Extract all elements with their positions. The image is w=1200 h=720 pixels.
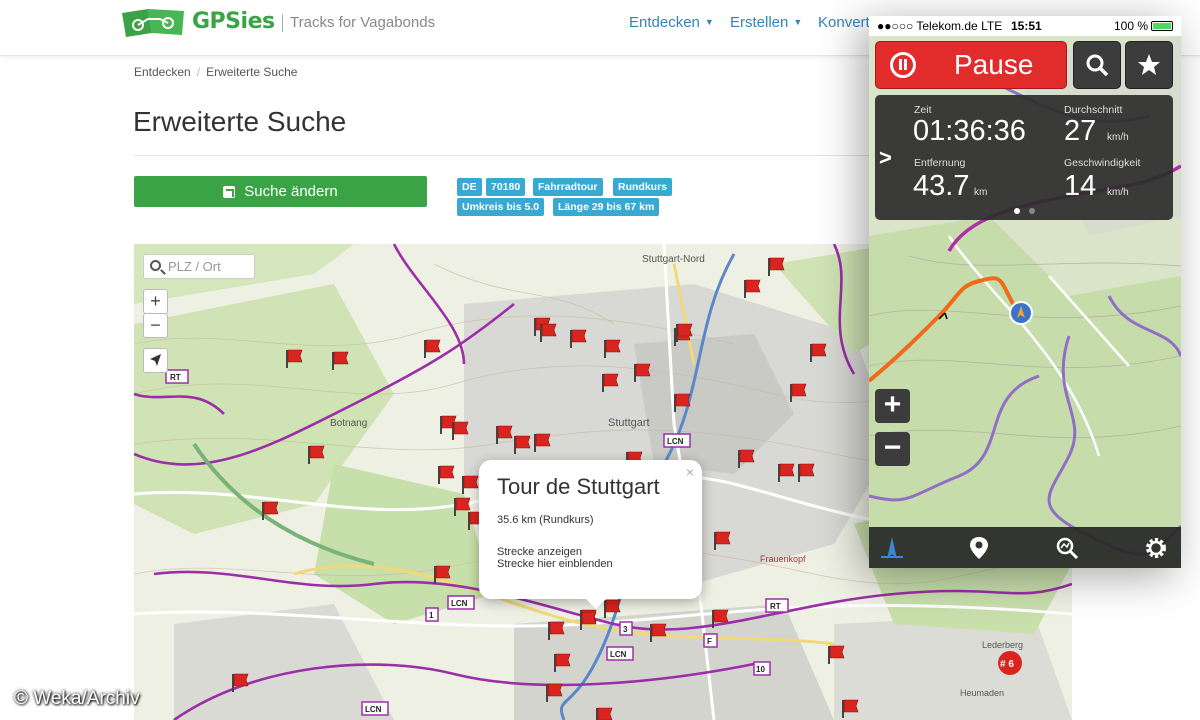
chevron-down-icon: ▼	[704, 17, 714, 27]
route-badge: 1	[429, 611, 434, 620]
map-label: Frauenkopf	[760, 554, 806, 564]
stat-distance-value: 43.7	[913, 170, 970, 202]
nav-erstellen-label: Erstellen	[730, 14, 789, 31]
stat-average-value: 27	[1064, 115, 1097, 147]
edit-search-button[interactable]: Suche ändern	[134, 176, 427, 207]
route-badge: LCN	[667, 437, 684, 446]
map-search-placeholder: PLZ / Ort	[168, 259, 221, 274]
route-badge: LCN	[365, 705, 382, 714]
map-search-input[interactable]: PLZ / Ort	[143, 254, 255, 279]
map-label: Stuttgart	[608, 417, 650, 429]
nav-konvert-label: Konvert	[818, 14, 870, 31]
search-icon	[150, 260, 161, 271]
location-pin-icon[interactable]	[966, 535, 992, 561]
route-badge: LCN	[610, 650, 627, 659]
image-credit-watermark: © Weka/Archiv	[14, 688, 140, 709]
locate-arrow-icon	[150, 354, 161, 366]
brand-name[interactable]: GPSies	[192, 9, 275, 34]
popup-close-button[interactable]: ×	[686, 464, 694, 480]
map-locate-button[interactable]	[143, 348, 168, 373]
popup-overlay-track-link[interactable]: Strecke hier einblenden	[497, 558, 684, 570]
stat-time-value: 01:36:36	[913, 115, 1026, 147]
nav-entdecken-label: Entdecken	[629, 14, 700, 31]
pause-label: Pause	[954, 49, 1034, 80]
route-badge: RT	[770, 602, 781, 611]
route-badge: 10	[756, 665, 765, 674]
stat-speed-label: Geschwindigkeit	[1064, 157, 1141, 169]
map-label: Heumaden	[960, 688, 1004, 698]
route-badge: F	[707, 637, 712, 646]
route-badge: LCN	[451, 599, 468, 608]
search-route-icon[interactable]	[1054, 535, 1080, 561]
stat-distance-unit: km	[974, 187, 988, 198]
track-popup: × Tour de Stuttgart 35.6 km (Rundkurs) S…	[479, 460, 702, 609]
map-zoom-out-button[interactable]: −	[143, 313, 168, 338]
map-label: Botnang	[330, 418, 367, 429]
brand-separator	[282, 14, 283, 32]
stopwatch-icon	[890, 52, 916, 78]
chevron-right-icon[interactable]: >	[879, 145, 892, 171]
breadcrumb-entdecken[interactable]: Entdecken	[134, 65, 191, 79]
breadcrumb: Entdecken / Erweiterte Suche	[134, 65, 297, 79]
status-carrier: ●●○○○ Telekom.de	[877, 19, 978, 33]
favorite-button[interactable]	[1125, 41, 1173, 89]
page-title: Erweiterte Suche	[133, 106, 347, 137]
stat-average-unit: km/h	[1107, 132, 1129, 143]
nav-konvert[interactable]: Konvert	[818, 14, 870, 31]
phone-status-bar: ●●○○○ Telekom.de LTE 15:51 100 %	[869, 16, 1181, 36]
filter-tag: DE	[457, 178, 482, 196]
popup-show-track-link[interactable]: Strecke anzeigen	[497, 546, 684, 558]
filter-tag: Länge 29 bis 67 km	[553, 198, 660, 216]
stat-speed-unit: km/h	[1107, 187, 1129, 198]
popup-title: Tour de Stuttgart	[497, 474, 660, 499]
route-badge: RT	[170, 373, 181, 382]
route-badge: 3	[623, 625, 628, 634]
map-label: Lederberg	[982, 640, 1023, 650]
nav-entdecken[interactable]: Entdecken ▼	[629, 14, 714, 31]
status-time: 15:51	[1011, 19, 1042, 33]
phone-zoom-out-button[interactable]: −	[875, 432, 910, 466]
filter-tag: Fahrradtour	[533, 178, 603, 196]
stat-distance-label: Entfernung	[914, 157, 966, 169]
edit-icon	[223, 185, 236, 198]
page-dot[interactable]	[1029, 208, 1035, 214]
nav-erstellen[interactable]: Erstellen ▼	[730, 14, 802, 31]
brand-tagline: Tracks for Vagabonds	[290, 14, 436, 31]
phone-bottom-toolbar	[869, 527, 1181, 568]
settings-icon[interactable]	[1143, 535, 1169, 561]
phone-zoom-in-button[interactable]: +	[875, 389, 910, 423]
gpsies-logo-icon[interactable]	[118, 5, 188, 39]
search-icon	[1086, 54, 1109, 77]
map-label: Stuttgart-Nord	[642, 254, 705, 265]
map-zoom-in-button[interactable]: +	[143, 289, 168, 314]
search-button[interactable]	[1073, 41, 1121, 89]
cluster-label: # 6	[1000, 659, 1014, 670]
title-divider	[134, 155, 874, 156]
popup-track-length: 35.6 km (Rundkurs)	[497, 514, 594, 526]
filter-tag: Rundkurs	[613, 178, 673, 196]
filter-tag: 70180	[486, 178, 526, 196]
breadcrumb-current: Erweiterte Suche	[206, 65, 298, 79]
breadcrumb-separator: /	[196, 65, 201, 79]
filter-tag: Umkreis bis 5.0	[457, 198, 545, 216]
page-dot-active[interactable]	[1014, 208, 1020, 214]
compass-icon[interactable]	[879, 535, 905, 561]
status-battery-percent: 100 %	[1113, 19, 1148, 33]
pause-button[interactable]: Pause	[875, 41, 1067, 89]
phone-app-screenshot: ●●○○○ Telekom.de LTE 15:51 100 % Pause >…	[869, 16, 1181, 568]
status-network: LTE	[981, 19, 1003, 33]
stats-panel: > Zeit 01:36:36 Durchschnitt 27 km/h Ent…	[875, 95, 1173, 220]
stat-speed-value: 14	[1064, 170, 1097, 202]
chevron-down-icon: ▼	[793, 17, 803, 27]
battery-icon	[1151, 21, 1173, 31]
star-icon	[1138, 54, 1160, 75]
edit-search-label: Suche ändern	[244, 183, 338, 200]
